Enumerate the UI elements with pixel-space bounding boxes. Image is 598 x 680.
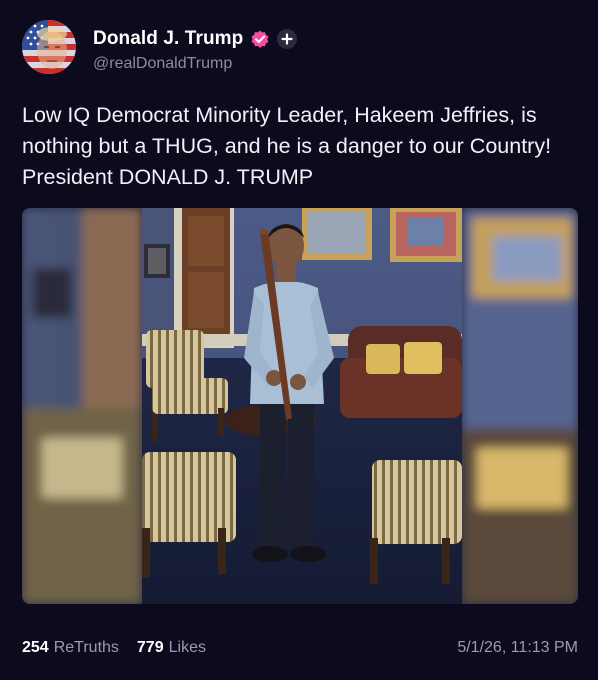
likes-count: 779 bbox=[136, 639, 164, 656]
flag-face-avatar-icon bbox=[22, 20, 76, 74]
post-footer: 254 ReTruths 779 Likes 5/1/26, 11:13 PM bbox=[22, 637, 578, 659]
likes-stat[interactable]: 779 Likes bbox=[137, 639, 206, 657]
verified-badge-icon bbox=[249, 28, 271, 50]
author-name-row: Donald J. Trump bbox=[93, 26, 298, 52]
office-photo bbox=[22, 208, 578, 604]
retruths-count: 254 bbox=[22, 639, 49, 656]
retruths-stat[interactable]: 254 ReTruths bbox=[22, 639, 119, 657]
post-timestamp[interactable]: 5/1/26, 11:13 PM bbox=[457, 639, 578, 657]
author-handle[interactable]: @realDonaldTrump bbox=[93, 55, 232, 73]
plus-icon[interactable] bbox=[277, 29, 298, 49]
author-display-name[interactable]: Donald J. Trump bbox=[93, 28, 243, 50]
retruths-label: ReTruths bbox=[53, 639, 119, 656]
post-text: Low IQ Democrat Minority Leader, Hakeem … bbox=[22, 103, 552, 189]
avatar[interactable] bbox=[22, 20, 76, 74]
likes-label: Likes bbox=[168, 639, 206, 656]
post-image[interactable] bbox=[22, 208, 578, 604]
